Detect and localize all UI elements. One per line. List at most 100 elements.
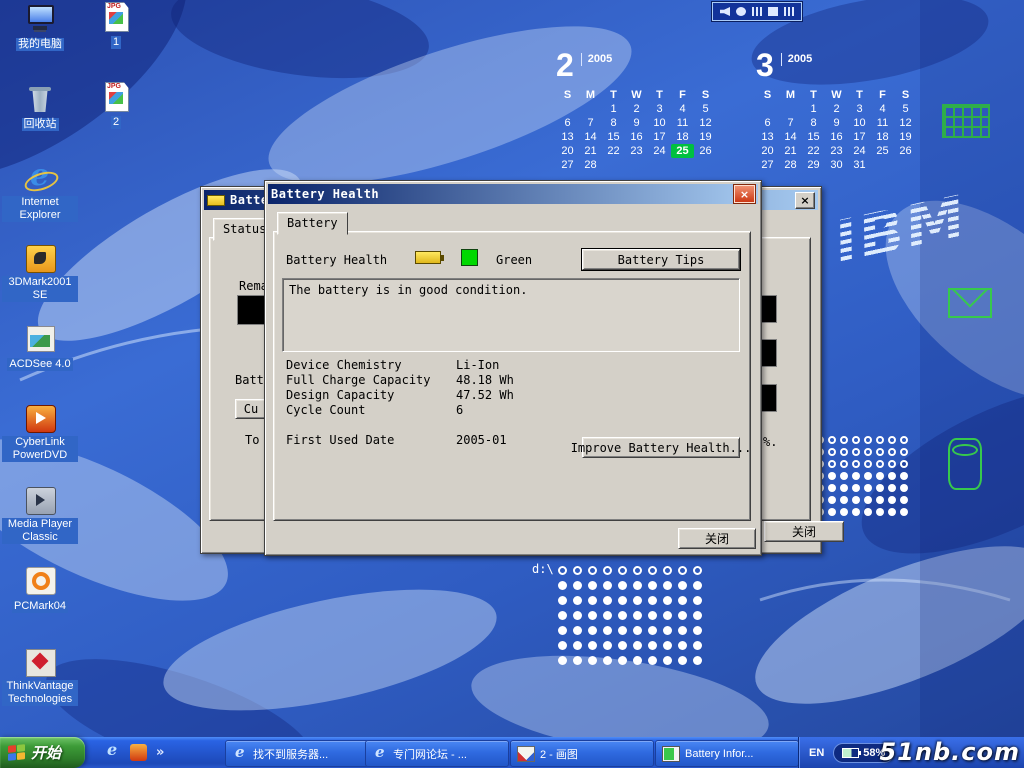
dot bbox=[888, 460, 896, 468]
language-indicator[interactable]: EN bbox=[809, 747, 824, 759]
dot bbox=[648, 596, 657, 605]
taskbar-task-2[interactable]: 专门网论坛 - ... bbox=[365, 740, 509, 767]
acdsee-icon bbox=[23, 324, 57, 354]
display-icon bbox=[768, 7, 778, 16]
desktop-icon-acdsee[interactable]: ACDSee 4.0 bbox=[2, 324, 78, 372]
calendar-date bbox=[648, 158, 671, 172]
battery-tips-button[interactable]: Battery Tips bbox=[582, 249, 740, 270]
dot bbox=[828, 484, 836, 492]
dialog-close-action-button[interactable]: 关闭 bbox=[678, 528, 756, 549]
dot bbox=[603, 566, 612, 575]
quicklaunch-overflow-chevron[interactable]: » bbox=[156, 745, 164, 760]
dot bbox=[678, 626, 687, 635]
calendar-day-header: S bbox=[556, 88, 579, 102]
dot bbox=[588, 566, 597, 575]
dot bbox=[876, 436, 884, 444]
desktop-icon-3dmark2001[interactable]: 3DMark2001 SE bbox=[2, 244, 78, 303]
desktop-icon-powerdvd[interactable]: CyberLink PowerDVD bbox=[2, 404, 78, 463]
calendar-date: 19 bbox=[694, 130, 717, 144]
bgwin-cu-button[interactable]: Cu bbox=[235, 399, 267, 419]
desktop-icon-label: Internet Explorer bbox=[2, 196, 78, 222]
bgwin-close-button[interactable]: × bbox=[795, 192, 815, 209]
calendar-date: 5 bbox=[694, 102, 717, 116]
dialog-close-button[interactable]: × bbox=[734, 185, 755, 203]
desktop-icon-media-player-classic[interactable]: Media Player Classic bbox=[2, 486, 78, 545]
calendar-date: 20 bbox=[556, 144, 579, 158]
task-label: 2 - 画图 bbox=[540, 746, 578, 762]
desktop-file-1[interactable]: JPG1 bbox=[96, 2, 136, 50]
info-row: Full Charge Capacity48.18 Wh bbox=[286, 373, 606, 388]
dot bbox=[852, 460, 860, 468]
media-player-classic-icon bbox=[23, 486, 57, 516]
calendar-date: 23 bbox=[625, 144, 648, 158]
my-computer-icon bbox=[23, 4, 57, 34]
calendar-date: 5 bbox=[894, 102, 917, 116]
calendar-date: 13 bbox=[756, 130, 779, 144]
taskbar-task-4[interactable]: Battery Infor... bbox=[655, 740, 799, 767]
dot bbox=[558, 566, 567, 575]
info-label: Device Chemistry bbox=[286, 358, 456, 373]
jpg-file-icon: JPG bbox=[99, 82, 133, 112]
desktop-file-label: 1 bbox=[111, 36, 121, 49]
dot bbox=[864, 436, 872, 444]
info-label: Design Capacity bbox=[286, 388, 456, 403]
desktop-icon-pcmark04[interactable]: PCMark04 bbox=[2, 566, 78, 614]
dot bbox=[588, 656, 597, 665]
dot bbox=[588, 641, 597, 650]
desktop-icon-label: PCMark04 bbox=[12, 600, 68, 613]
calendar-date: 15 bbox=[802, 130, 825, 144]
health-status-swatch bbox=[461, 249, 478, 266]
dot bbox=[588, 626, 597, 635]
start-label: 开始 bbox=[31, 742, 61, 763]
calendar-date: 25 bbox=[671, 144, 694, 158]
dot bbox=[900, 484, 908, 492]
dot bbox=[558, 656, 567, 665]
dot bbox=[633, 656, 642, 665]
dot bbox=[648, 626, 657, 635]
keyboard-icon bbox=[784, 7, 794, 16]
health-status-text: Green bbox=[496, 253, 532, 267]
condition-text: The battery is in good condition. bbox=[289, 283, 527, 297]
start-button[interactable]: 开始 bbox=[0, 737, 85, 768]
quicklaunch-ie-icon[interactable] bbox=[104, 744, 121, 761]
bgwin-close-action-button[interactable]: 关闭 bbox=[764, 521, 844, 542]
calendar-date: 8 bbox=[802, 116, 825, 130]
desktop-icon-label: CyberLink PowerDVD bbox=[2, 436, 78, 462]
calendar-date bbox=[871, 158, 894, 172]
dot bbox=[618, 611, 627, 620]
calendar-date: 18 bbox=[671, 130, 694, 144]
dot bbox=[852, 472, 860, 480]
dot bbox=[828, 448, 836, 456]
dot bbox=[840, 484, 848, 492]
calendar-date: 4 bbox=[671, 102, 694, 116]
dot bbox=[678, 596, 687, 605]
dot bbox=[633, 641, 642, 650]
dot bbox=[648, 581, 657, 590]
quicklaunch-media-icon[interactable] bbox=[130, 744, 147, 761]
dot bbox=[876, 508, 884, 516]
improve-battery-health-button[interactable]: Improve Battery Health... bbox=[582, 437, 740, 458]
dot bbox=[633, 581, 642, 590]
desktop-icon-recycle-bin[interactable]: 回收站 bbox=[2, 84, 78, 132]
dot bbox=[558, 641, 567, 650]
taskbar-task-3[interactable]: 2 - 画图 bbox=[510, 740, 654, 767]
calendar-3-2005: 32005SMTWTFS1234567891011121314151617181… bbox=[756, 50, 917, 172]
taskbar-task-1[interactable]: 找不到服务器... bbox=[225, 740, 369, 767]
desktop-icon-internet-explorer[interactable]: Internet Explorer bbox=[2, 164, 78, 223]
dot bbox=[900, 508, 908, 516]
calendar-date: 22 bbox=[802, 144, 825, 158]
calendar-date: 30 bbox=[825, 158, 848, 172]
dialog-titlebar[interactable]: Battery Health × bbox=[268, 184, 758, 204]
tab-battery[interactable]: Battery bbox=[277, 212, 348, 235]
desktop: IBM 22005SMTWTFS123456789101112131415161… bbox=[0, 0, 1024, 768]
desktop-file-2[interactable]: JPG2 bbox=[96, 82, 136, 130]
desktop-icon-thinkvantage[interactable]: ThinkVantage Technologies bbox=[2, 648, 78, 707]
dot bbox=[828, 508, 836, 516]
dot bbox=[900, 496, 908, 504]
calendar-day-header: F bbox=[871, 88, 894, 102]
calendar-date: 8 bbox=[602, 116, 625, 130]
calendar-date bbox=[894, 158, 917, 172]
desktop-icon-my-computer[interactable]: 我的电脑 bbox=[2, 4, 78, 52]
ie-icon bbox=[232, 747, 248, 761]
desktop-icon-label: 回收站 bbox=[22, 118, 59, 131]
